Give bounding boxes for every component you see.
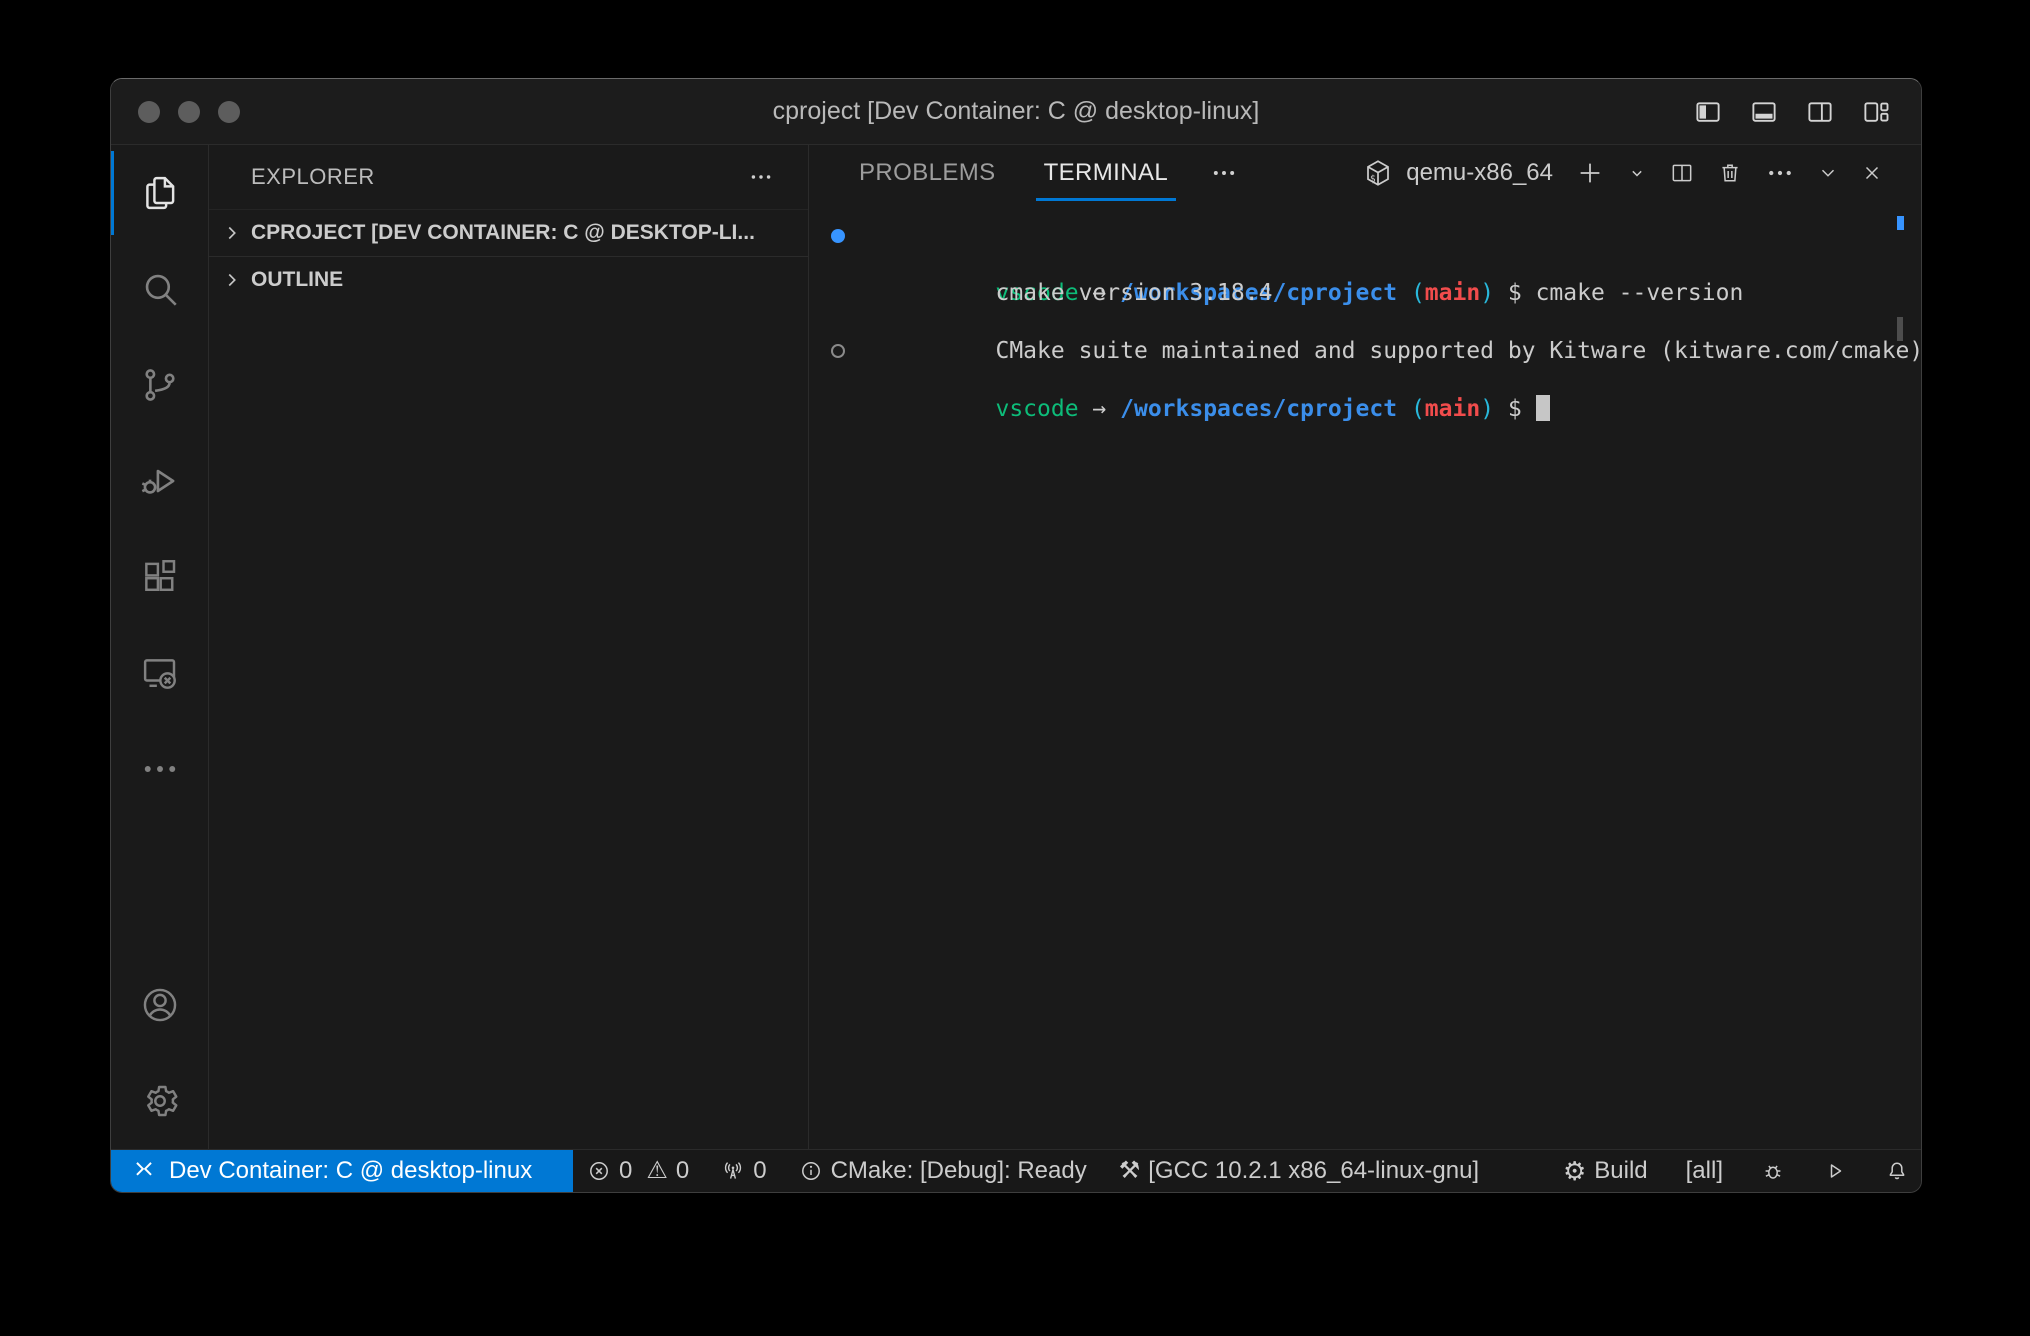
cmake-build-button[interactable]: ⚙ Build: [1563, 1157, 1648, 1185]
sidebar-item-extensions[interactable]: [111, 529, 208, 625]
traffic-lights: [111, 101, 240, 123]
new-terminal-icon[interactable]: [1575, 158, 1605, 188]
sidebar-item-explorer[interactable]: [111, 145, 208, 241]
terminal-line: CMake suite maintained and supported by …: [809, 308, 1921, 337]
radio-tower-icon: [721, 1159, 745, 1183]
svg-text:$: $: [1370, 174, 1376, 185]
terminal-line: vscode → /workspaces/cproject (main) $: [809, 337, 1921, 366]
terminal-profiles-dropdown-icon[interactable]: [1627, 163, 1647, 183]
toggle-primary-sidebar-icon[interactable]: [1693, 97, 1723, 127]
toggle-secondary-sidebar-icon[interactable]: [1805, 97, 1835, 127]
status-bar: Dev Container: C @ desktop-linux 0 ⚠ 0: [111, 1149, 1921, 1192]
terminal-scrollbar[interactable]: [1897, 317, 1903, 341]
tab-problems[interactable]: PROBLEMS: [851, 145, 1004, 201]
accounts-button[interactable]: [111, 957, 208, 1053]
explorer-section-outline[interactable]: OUTLINE: [209, 256, 808, 303]
hide-panel-icon[interactable]: [1817, 162, 1839, 184]
titlebar[interactable]: cproject [Dev Container: C @ desktop-lin…: [111, 79, 1921, 145]
more-actions-icon: [139, 748, 181, 790]
remote-explorer-icon: [139, 652, 181, 694]
gear-icon: [139, 1080, 181, 1122]
cmake-debug-button[interactable]: [1761, 1159, 1785, 1183]
sidebar-item-source-control[interactable]: [111, 337, 208, 433]
command-decoration-icon[interactable]: [831, 344, 845, 358]
bell-icon: [1885, 1159, 1909, 1183]
command-decoration-icon[interactable]: [831, 229, 845, 243]
tab-terminal[interactable]: TERMINAL: [1036, 145, 1177, 201]
overview-ruler-command-mark: [1897, 216, 1904, 230]
chevron-right-icon: [221, 269, 243, 291]
extensions-icon: [139, 556, 181, 598]
terminal-more-actions-icon[interactable]: [1765, 158, 1795, 188]
remote-label: Dev Container: C @ desktop-linux: [169, 1157, 532, 1185]
terminal-line: vscode → /workspaces/cproject (main) $ c…: [809, 221, 1921, 250]
tools-icon: ⚒: [1119, 1159, 1141, 1183]
customize-layout-icon[interactable]: [1861, 97, 1891, 127]
manage-button[interactable]: [111, 1053, 208, 1149]
zoom-window-button[interactable]: [218, 101, 240, 123]
activity-bar: [111, 145, 209, 1149]
info-icon: [799, 1159, 823, 1183]
bug-icon: [1761, 1159, 1785, 1183]
close-panel-icon[interactable]: [1861, 162, 1883, 184]
terminal-profile[interactable]: $ qemu-x86_64: [1362, 157, 1553, 189]
additional-views-button[interactable]: [111, 721, 208, 817]
toggle-panel-icon[interactable]: [1749, 97, 1779, 127]
debug-icon: [139, 460, 181, 502]
cmake-launch-button[interactable]: [1823, 1159, 1847, 1183]
terminal-output[interactable]: vscode → /workspaces/cproject (main) $ c…: [809, 201, 1921, 1149]
explorer-section-workspace[interactable]: CPROJECT [DEV CONTAINER: C @ DESKTOP-LI.…: [209, 209, 808, 256]
section-label: CPROJECT [DEV CONTAINER: C @ DESKTOP-LI.…: [251, 221, 755, 245]
sidebar-item-run-debug[interactable]: [111, 433, 208, 529]
cmake-kit-status[interactable]: ⚒ [GCC 10.2.1 x86_64-linux-gnu]: [1119, 1157, 1479, 1185]
vscode-window: cproject [Dev Container: C @ desktop-lin…: [110, 78, 1922, 1193]
gear-icon: ⚙: [1563, 1158, 1586, 1184]
terminal-cube-icon: $: [1362, 157, 1394, 189]
kill-terminal-icon[interactable]: [1717, 160, 1743, 186]
sidebar-item-remote-explorer[interactable]: [111, 625, 208, 721]
cmake-build-target[interactable]: [all]: [1686, 1157, 1723, 1185]
play-icon: [1823, 1159, 1847, 1183]
split-terminal-icon[interactable]: [1669, 160, 1695, 186]
chevron-right-icon: [221, 222, 243, 244]
ports-status[interactable]: 0: [721, 1157, 766, 1185]
terminal-profile-name: qemu-x86_64: [1406, 159, 1553, 187]
error-icon: [587, 1159, 611, 1183]
section-label: OUTLINE: [251, 268, 343, 292]
remote-icon: [131, 1158, 157, 1184]
panel-more-tabs-icon[interactable]: [1210, 145, 1238, 201]
window-title: cproject [Dev Container: C @ desktop-lin…: [111, 97, 1921, 126]
explorer-sidebar: EXPLORER CPROJECT [DEV CONTAINER: C @ DE…: [209, 145, 809, 1149]
terminal-line: [809, 279, 1921, 308]
explorer-more-actions-icon[interactable]: [748, 164, 774, 190]
warning-icon: ⚠: [646, 1159, 668, 1183]
bottom-panel: PROBLEMS TERMINAL: [809, 145, 1921, 1149]
close-window-button[interactable]: [138, 101, 160, 123]
remote-indicator[interactable]: Dev Container: C @ desktop-linux: [111, 1150, 573, 1192]
cmake-status[interactable]: CMake: [Debug]: Ready: [799, 1157, 1087, 1185]
terminal-line: cmake version 3.18.4: [809, 250, 1921, 279]
search-icon: [139, 268, 181, 310]
problems-status[interactable]: 0 ⚠ 0: [587, 1157, 689, 1185]
source-control-icon: [139, 364, 181, 406]
sidebar-item-search[interactable]: [111, 241, 208, 337]
minimize-window-button[interactable]: [178, 101, 200, 123]
account-icon: [139, 984, 181, 1026]
sidebar-title: EXPLORER: [251, 164, 375, 190]
notifications-button[interactable]: [1885, 1159, 1909, 1183]
terminal-cursor: [1536, 395, 1550, 421]
files-icon: [139, 172, 181, 214]
